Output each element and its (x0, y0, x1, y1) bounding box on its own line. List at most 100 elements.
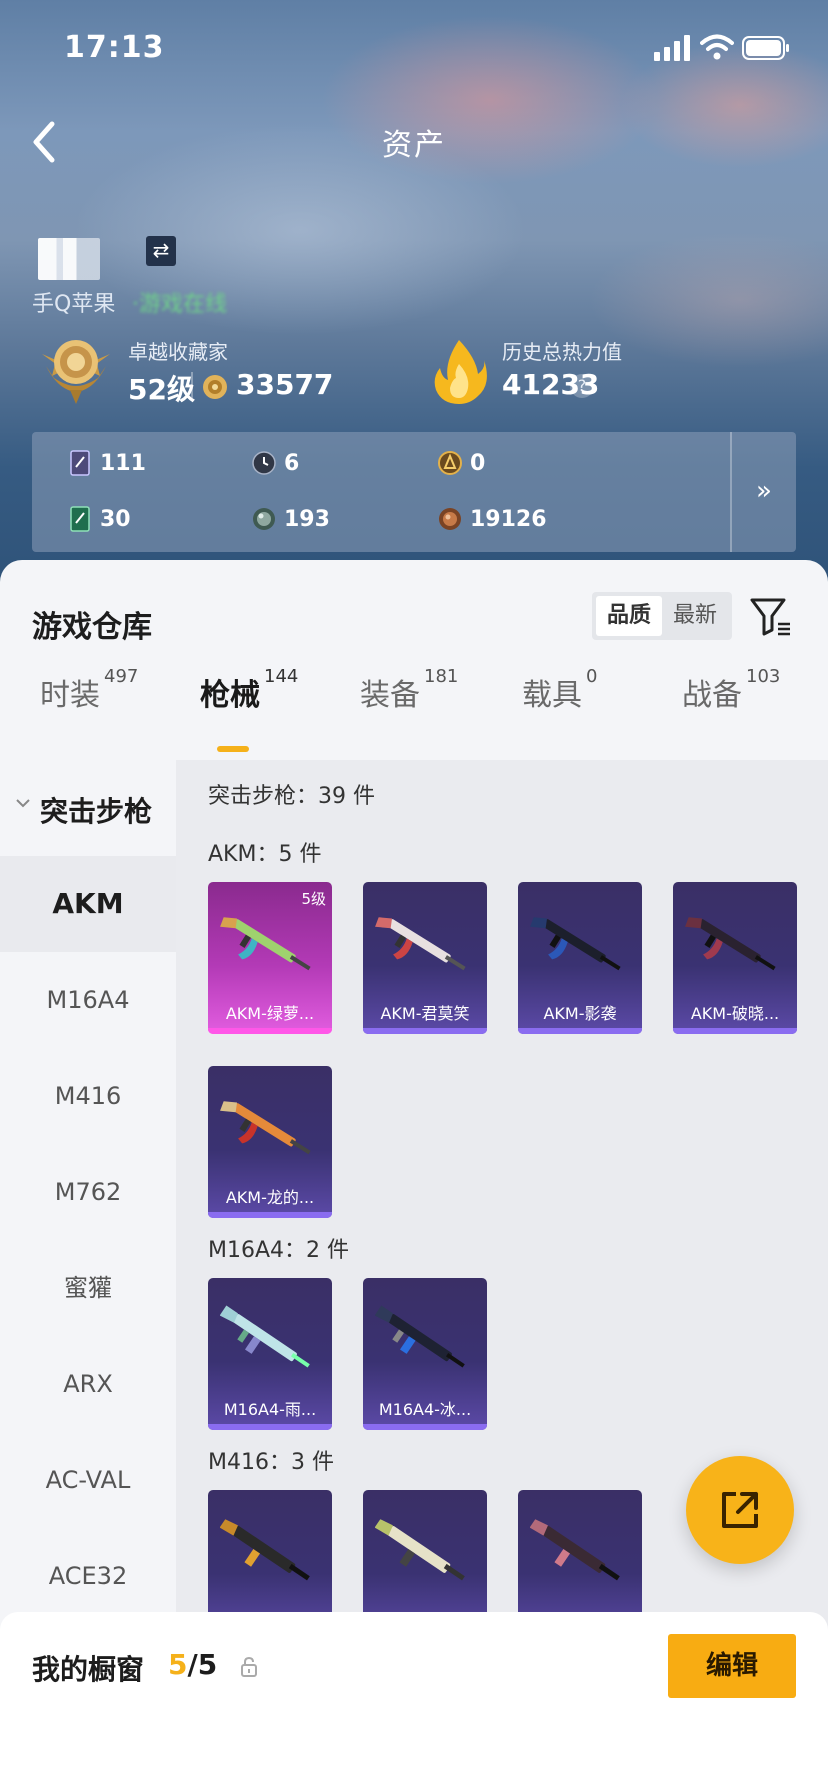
active-tab-indicator (217, 746, 249, 752)
signal-icon (654, 35, 690, 61)
group-title: M16A4：2 件 (208, 1238, 350, 1263)
showcase-bar: 我的橱窗 5/5 编辑 (0, 1612, 828, 1792)
sort-newest-button[interactable]: 最新 (662, 596, 728, 636)
skin-name: AKM-影袭 (543, 1004, 617, 1023)
tab-firearms[interactable]: 枪械144 (200, 666, 298, 750)
tab-count: 181 (424, 666, 459, 687)
resource-value: 193 (284, 506, 330, 532)
nav-item-akm[interactable]: AKM (0, 856, 176, 952)
resource-item: 111 (68, 448, 146, 478)
nav-item-m16a4[interactable]: M16A4 (0, 952, 176, 1048)
tab-label: 时装 (40, 678, 100, 713)
category-total: 突击步枪：39 件 (208, 784, 375, 809)
nav-item-ace32[interactable]: ACE32 (0, 1528, 176, 1624)
rarity-bar (673, 1028, 797, 1034)
weapon-nav: 突击步枪 AKM M16A4 M416 M762 蜜獾 ARX AC-VAL A… (0, 760, 176, 1660)
resource-item: 193 (252, 504, 330, 534)
silver-orb-icon (253, 508, 275, 530)
card-icon (70, 450, 90, 476)
tab-supplies[interactable]: 战备103 (682, 666, 780, 750)
resource-item: 30 (68, 504, 131, 534)
tab-fashion[interactable]: 时装497 (40, 666, 138, 750)
sort-toggle: 品质 最新 (592, 592, 732, 640)
help-icon[interactable]: ? (570, 374, 594, 398)
nav-item-ac-val[interactable]: AC-VAL (0, 1432, 176, 1528)
resource-value: 111 (100, 450, 146, 476)
rarity-bar (208, 1212, 332, 1218)
rarity-bar (208, 1424, 332, 1430)
app-root: 17:13 资产 ⇄ 手Q苹果 ·游戏在线 卓越收藏家 52级 33577 历史… (0, 0, 828, 1792)
rarity-bar (518, 1028, 642, 1034)
bronze-coin-icon (439, 508, 461, 530)
resource-value: 6 (284, 450, 300, 476)
skin-card[interactable]: M16A4-冰... (363, 1278, 487, 1430)
rifle-icon (530, 1519, 620, 1581)
skin-name: AKM-龙的... (225, 1188, 315, 1207)
tab-count: 144 (264, 666, 299, 687)
clock-token-icon (252, 451, 276, 475)
online-status: ·游戏在线 (132, 292, 227, 317)
flame-icon (434, 340, 487, 404)
wifi-icon (700, 34, 734, 60)
showcase-count-current: 5 (168, 1648, 188, 1681)
nav-section-header[interactable]: 突击步枪 (0, 760, 176, 856)
login-platform: 手Q苹果 (32, 292, 116, 317)
nav-item-honey-badger[interactable]: 蜜獾 (0, 1240, 176, 1336)
status-time: 17:13 (64, 30, 165, 65)
green-card-icon (70, 506, 90, 532)
chevron-down-icon (16, 799, 30, 808)
collector-points-icon (203, 375, 227, 399)
nav-item-m762[interactable]: M762 (0, 1144, 176, 1240)
profile-hero: 17:13 资产 ⇄ 手Q苹果 ·游戏在线 卓越收藏家 52级 33577 历史… (0, 0, 828, 600)
nav-item-arx[interactable]: ARX (0, 1336, 176, 1432)
skin-card[interactable]: AKM-君莫笑 (363, 882, 487, 1034)
gold-token-icon (438, 451, 462, 475)
skin-card[interactable]: M16A4-雨... (208, 1278, 332, 1430)
skin-card[interactable]: AKM-破晓... (673, 882, 797, 1034)
category-tabs: 时装497 枪械144 装备181 载具0 战备103 (0, 666, 828, 750)
collector-points: 33577 (236, 368, 334, 401)
resource-item: 0 (438, 448, 485, 478)
share-button[interactable] (686, 1456, 794, 1564)
skin-card[interactable]: 5级 AKM-绿萝... (208, 882, 332, 1034)
rifle-icon (220, 917, 311, 971)
rifle-icon (685, 917, 776, 971)
resource-item: 19126 (438, 504, 547, 534)
collector-badge-icon (42, 340, 110, 404)
rifle-icon (375, 917, 466, 971)
switch-account-icon[interactable]: ⇄ (146, 236, 176, 266)
skin-card[interactable]: AKM-龙的... (208, 1066, 332, 1218)
sort-quality-button[interactable]: 品质 (596, 596, 662, 636)
rarity-bar (363, 1028, 487, 1034)
rifle-icon (375, 1305, 465, 1368)
lock-icon (241, 1656, 257, 1677)
skin-name: M16A4-雨... (223, 1400, 317, 1419)
showcase-count: 5/5 (168, 1648, 217, 1681)
resource-value: 19126 (470, 506, 547, 532)
edit-button[interactable]: 编辑 (668, 1634, 796, 1698)
heat-title: 历史总热力值 (502, 340, 622, 364)
resource-item: 6 (252, 448, 299, 478)
nav-item-m416[interactable]: M416 (0, 1048, 176, 1144)
skin-name: AKM-绿萝... (225, 1004, 315, 1023)
tab-label: 装备 (360, 678, 420, 713)
tab-label: 载具 (522, 678, 582, 713)
tab-count: 103 (746, 666, 781, 687)
resource-value: 30 (100, 506, 131, 532)
tab-count: 497 (104, 666, 139, 687)
rifle-icon (220, 1101, 311, 1155)
resource-value: 0 (470, 450, 486, 476)
tab-equipment[interactable]: 装备181 (360, 666, 458, 750)
skin-card[interactable]: AKM-影袭 (518, 882, 642, 1034)
tab-label: 战备 (682, 678, 742, 713)
more-resources-button[interactable]: » (732, 432, 796, 552)
blurred-nickname (38, 238, 100, 280)
status-bar: 17:13 (0, 0, 828, 100)
battery-icon (742, 36, 789, 60)
tab-vehicles[interactable]: 载具0 (522, 666, 597, 750)
share-icon (722, 1492, 758, 1528)
filter-icon[interactable] (748, 594, 792, 638)
tab-count: 0 (586, 666, 598, 687)
warehouse-sheet: 游戏仓库 品质 最新 时装497 枪械144 装备181 载具0 战备103 突… (0, 560, 828, 1792)
resource-panel: 111 6 0 30 193 19126 » (32, 432, 796, 552)
